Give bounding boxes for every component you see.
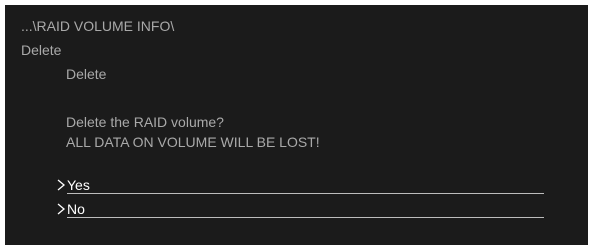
no-option[interactable]: No: [55, 200, 544, 218]
section-title: Delete: [21, 42, 62, 58]
subsection-title: Delete: [66, 66, 107, 82]
no-option-label: No: [67, 201, 85, 217]
no-option-underline: [67, 217, 544, 218]
confirm-question: Delete the RAID volume?: [66, 114, 224, 130]
yes-option-underline: [67, 193, 544, 194]
breadcrumb: ...\RAID VOLUME INFO\: [21, 18, 175, 34]
yes-option[interactable]: Yes: [55, 176, 544, 194]
data-loss-warning: ALL DATA ON VOLUME WILL BE LOST!: [66, 134, 320, 150]
yes-option-label: Yes: [67, 177, 90, 193]
bios-screen: ...\RAID VOLUME INFO\ Delete Delete Dele…: [5, 5, 588, 245]
